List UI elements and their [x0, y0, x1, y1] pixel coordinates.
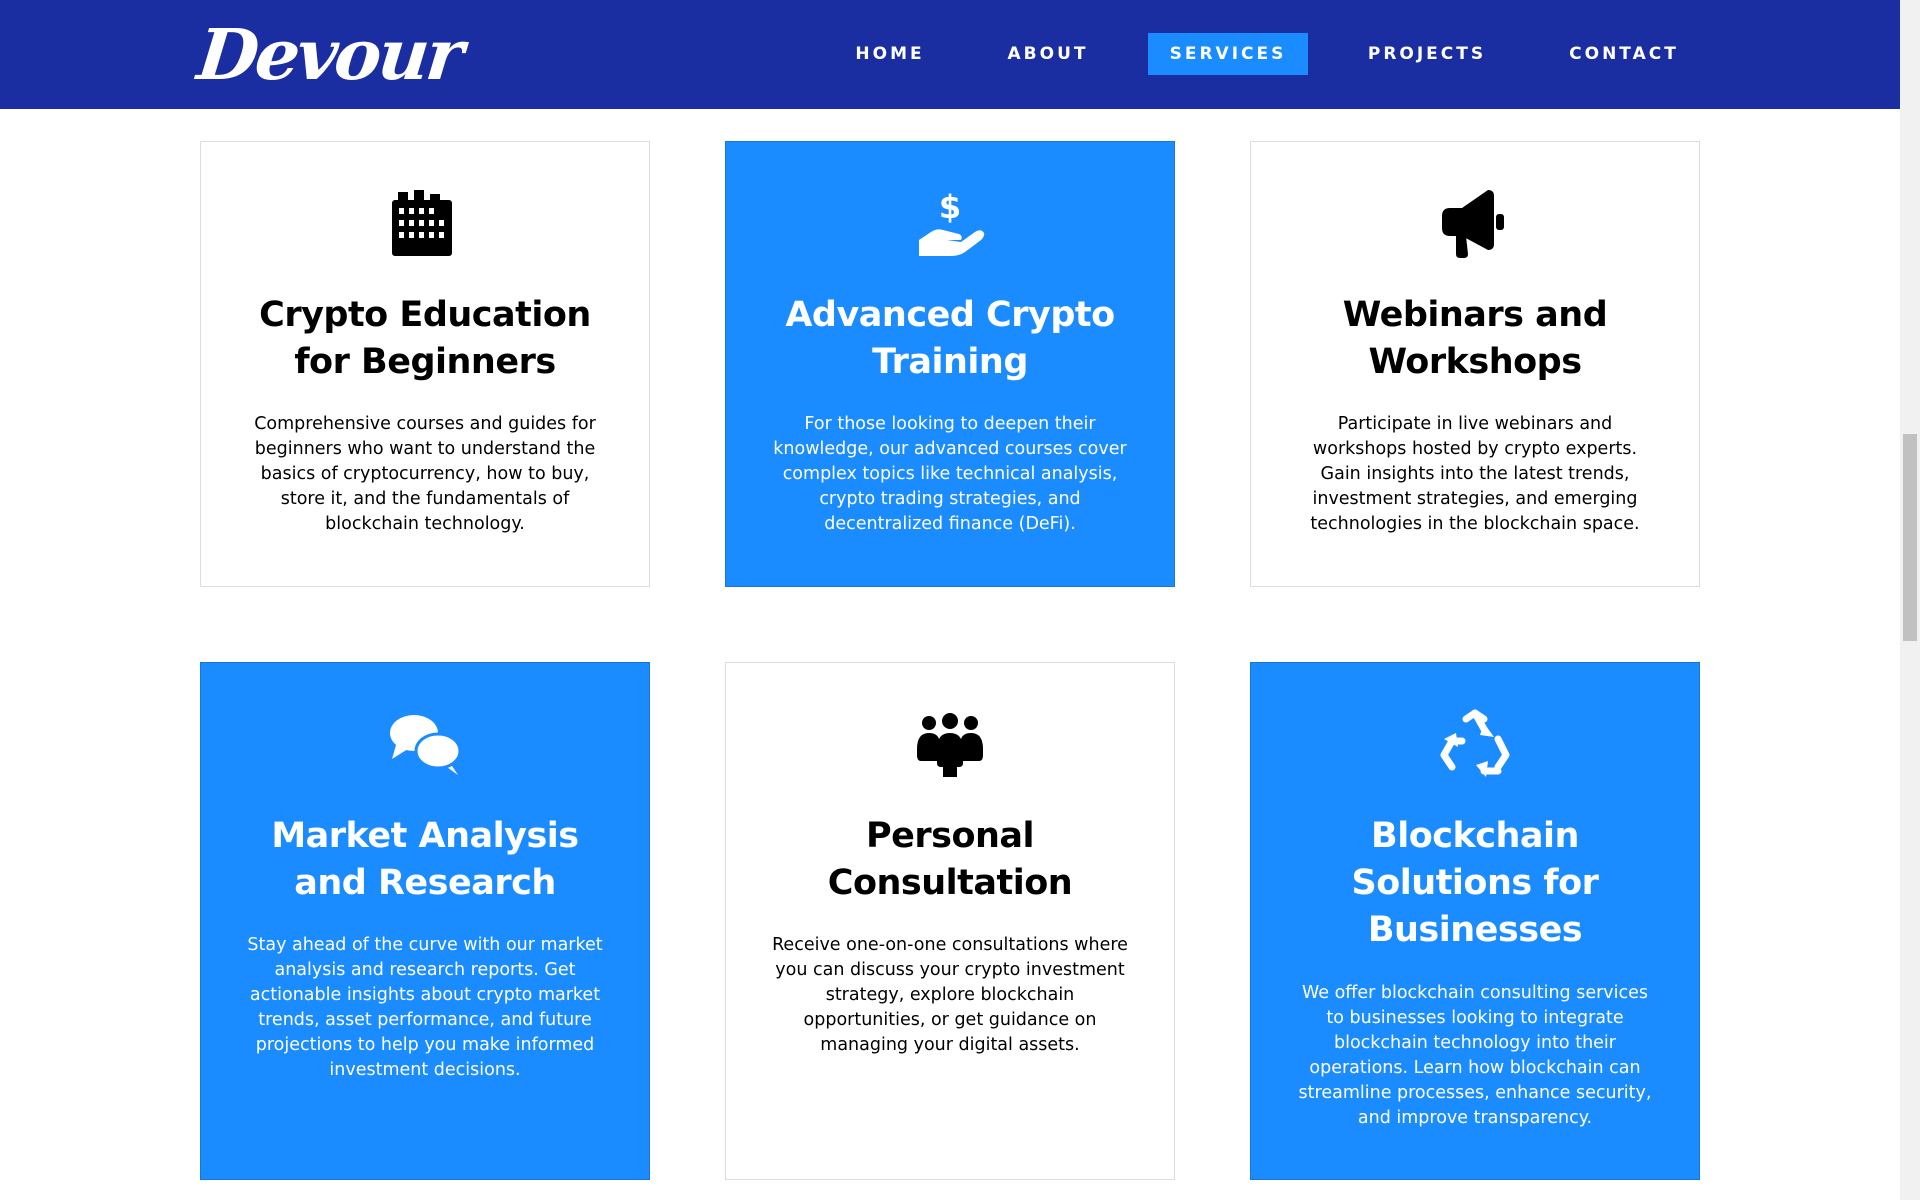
service-description: We offer blockchain consulting services … [1298, 983, 1652, 1128]
service-description: Comprehensive courses and guides for beg… [254, 414, 596, 534]
megaphone-icon [1251, 188, 1699, 258]
scrollbar-thumb[interactable] [1903, 434, 1917, 641]
service-title: Crypto Education for Beginners [259, 295, 591, 382]
service-description: Receive one-on-one consultations where y… [772, 935, 1128, 1055]
service-card-market-analysis: Market Analysis and Research Stay ahead … [200, 662, 650, 1180]
hand-dollar-icon: $ [726, 188, 1174, 258]
service-title: Personal Consultation [827, 816, 1073, 903]
svg-text:$: $ [939, 188, 961, 226]
recycle-icon [1251, 709, 1699, 779]
service-description: Participate in live webinars and worksho… [1310, 414, 1640, 534]
nav-contact[interactable]: CONTACT [1564, 33, 1684, 75]
building-icon [201, 188, 649, 258]
service-title: Webinars and Workshops [1342, 295, 1608, 382]
comments-icon [201, 709, 649, 779]
nav-services[interactable]: SERVICES [1148, 33, 1308, 75]
service-card-personal-consultation: Personal Consultation Receive one-on-one… [725, 662, 1175, 1180]
nav-projects[interactable]: PROJECTS [1362, 33, 1492, 75]
service-title: Market Analysis and Research [271, 816, 579, 903]
site-header: Devour HOME ABOUT SERVICES PROJECTS CONT… [0, 0, 1900, 109]
nav-home[interactable]: HOME [848, 33, 932, 75]
nav-about[interactable]: ABOUT [1000, 33, 1096, 75]
users-icon [726, 709, 1174, 779]
service-card-advanced-training: $ Advanced Crypto Training For those loo… [725, 141, 1175, 587]
service-title: Advanced Crypto Training [785, 295, 1115, 382]
service-card-blockchain-solutions: Blockchain Solutions for Businesses We o… [1250, 662, 1700, 1180]
service-description: Stay ahead of the curve with our market … [247, 935, 603, 1080]
service-card-crypto-education: Crypto Education for Beginners Comprehen… [200, 141, 650, 587]
service-title: Blockchain Solutions for Businesses [1351, 816, 1599, 950]
service-description: For those looking to deepen their knowle… [773, 414, 1127, 534]
service-card-webinars: Webinars and Workshops Participate in li… [1250, 141, 1700, 587]
site-logo[interactable]: Devour [193, 10, 465, 100]
